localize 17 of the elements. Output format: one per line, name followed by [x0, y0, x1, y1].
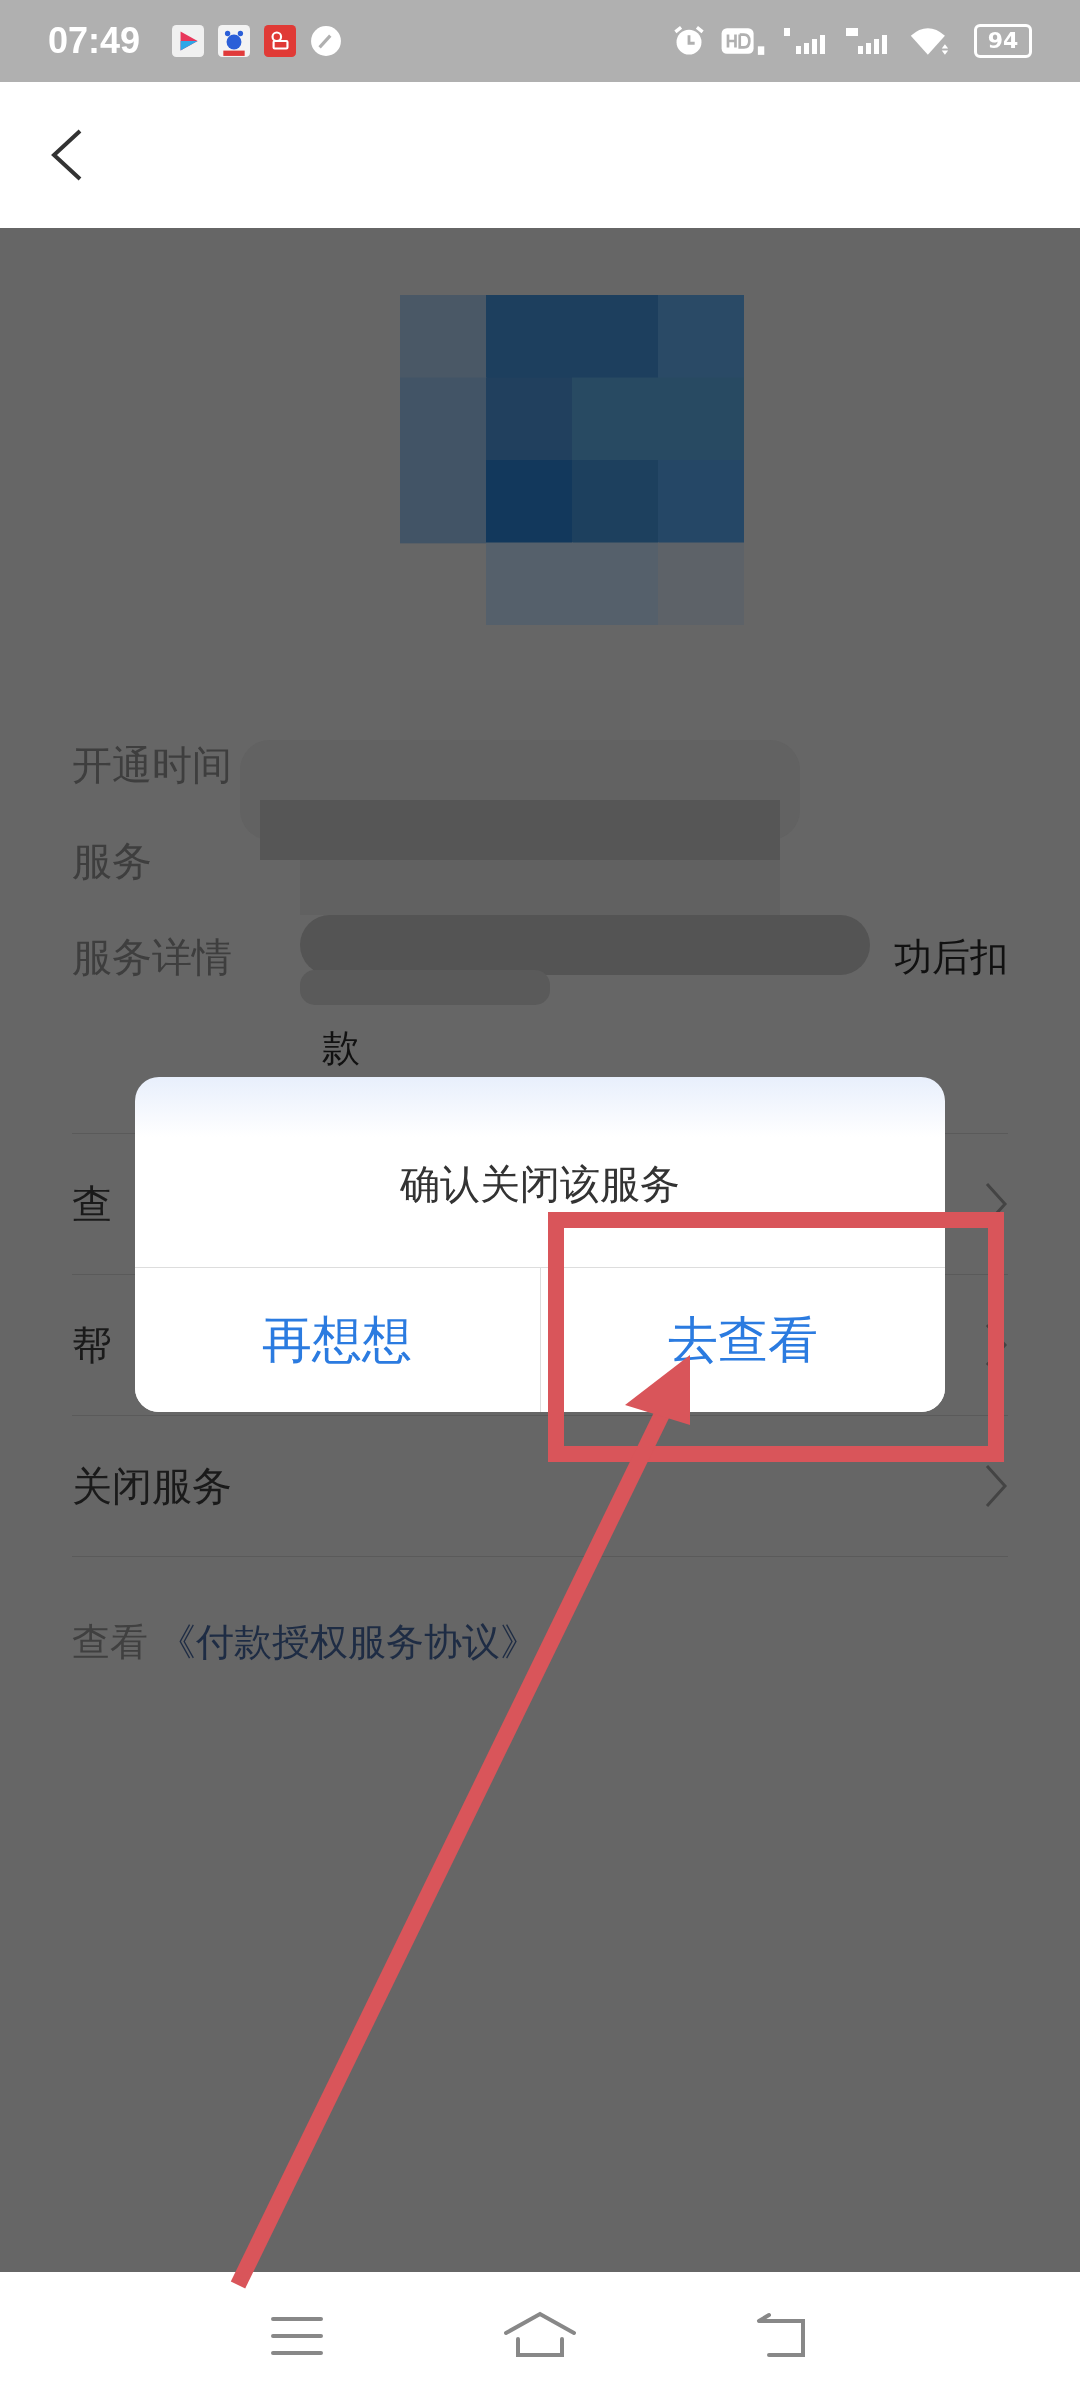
detail-value: 功后扣 [894, 934, 1008, 981]
detail-value: 款 [322, 1025, 360, 1072]
battery-icon: 94 [974, 24, 1032, 58]
dialog-button[interactable]: 去查看 [539, 1268, 945, 1412]
alarm-icon [672, 24, 706, 58]
back-icon[interactable] [50, 129, 84, 181]
agreement-link[interactable]: 《付款授权服务协议》 [158, 1617, 538, 1668]
dialog-title: 确认关闭该服务 [400, 1159, 680, 1209]
video-app-icon [264, 25, 297, 57]
paw-app-icon [218, 25, 251, 57]
menu-item[interactable]: 帮 [72, 1317, 112, 1373]
chevron-icon [984, 1464, 1008, 1508]
play-app-icon [172, 25, 205, 57]
speedometer-icon [310, 25, 343, 57]
clock: 07:49 [48, 20, 141, 62]
menu-item[interactable]: 查 [72, 1176, 112, 1232]
menu-item[interactable]: 关闭服务 [72, 1458, 232, 1514]
